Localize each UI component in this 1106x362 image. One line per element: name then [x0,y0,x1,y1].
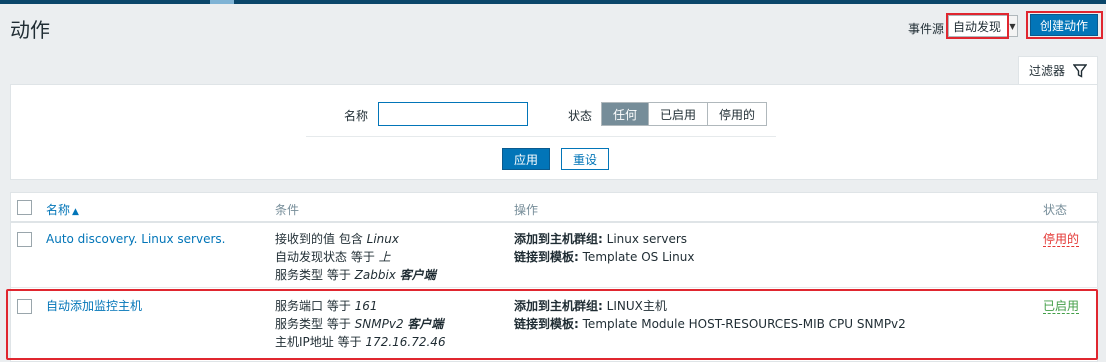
highlight-create-action [1026,11,1103,39]
top-nav-active-segment [210,0,234,4]
status-option-any[interactable]: 任何 [602,103,650,125]
page-title: 动作 [10,18,50,42]
header-operations: 操作 [514,203,539,217]
reset-button[interactable]: 重设 [561,148,609,170]
status-option-disabled[interactable]: 停用的 [708,103,767,125]
operation-item: 添加到主机群组: Linux servers [514,232,688,246]
header-conditions: 条件 [275,203,300,217]
row-conditions: 接收到的值 包含 Linux 自动发现状态 等于 上 服务类型 等于 Zabbi… [275,230,436,284]
header-status: 状态 [1043,203,1068,217]
table-header: 名称 ▲ 条件 操作 状态 [11,193,1099,223]
condition-item: 服务类型 等于 Zabbix 客户端 [275,268,436,282]
highlight-row [6,289,1098,360]
condition-item: 接收到的值 包含 Linux [275,232,399,246]
row-checkbox[interactable] [17,232,32,247]
header-name[interactable]: 名称 ▲ [46,201,79,218]
select-all-checkbox[interactable] [17,200,32,215]
status-segmented-control: 任何 已启用 停用的 [601,102,768,126]
filter-tab[interactable]: 过滤器 [1018,56,1098,84]
filter-name-input[interactable] [378,102,528,126]
filter-status-label: 状态 [568,109,593,123]
sort-asc-icon: ▲ [72,207,79,217]
status-badge: 停用的 [1043,232,1080,247]
apply-button[interactable]: 应用 [502,148,550,170]
row-divider [11,287,1099,288]
status-option-enabled[interactable]: 已启用 [649,103,709,125]
row-operations: 添加到主机群组: Linux servers 链接到模板: Template O… [514,230,694,266]
event-source-label: 事件源 [908,22,945,36]
status-toggle[interactable]: 停用的 [1043,230,1080,248]
filter-divider [306,136,776,137]
filter-icon [1073,63,1088,78]
action-name-link[interactable]: Auto discovery. Linux servers. [46,230,225,248]
highlight-event-source [946,13,1009,39]
top-nav-bar [0,0,1106,4]
condition-item: 自动发现状态 等于 上 [275,250,391,264]
operation-item: 链接到模板: Template OS Linux [514,250,695,264]
header-name-label: 名称 [46,203,71,217]
filter-panel: 名称 状态 任何 已启用 停用的 应用 重设 [10,84,1098,180]
filter-name-label: 名称 [344,109,369,123]
filter-tab-label: 过滤器 [1029,64,1066,78]
